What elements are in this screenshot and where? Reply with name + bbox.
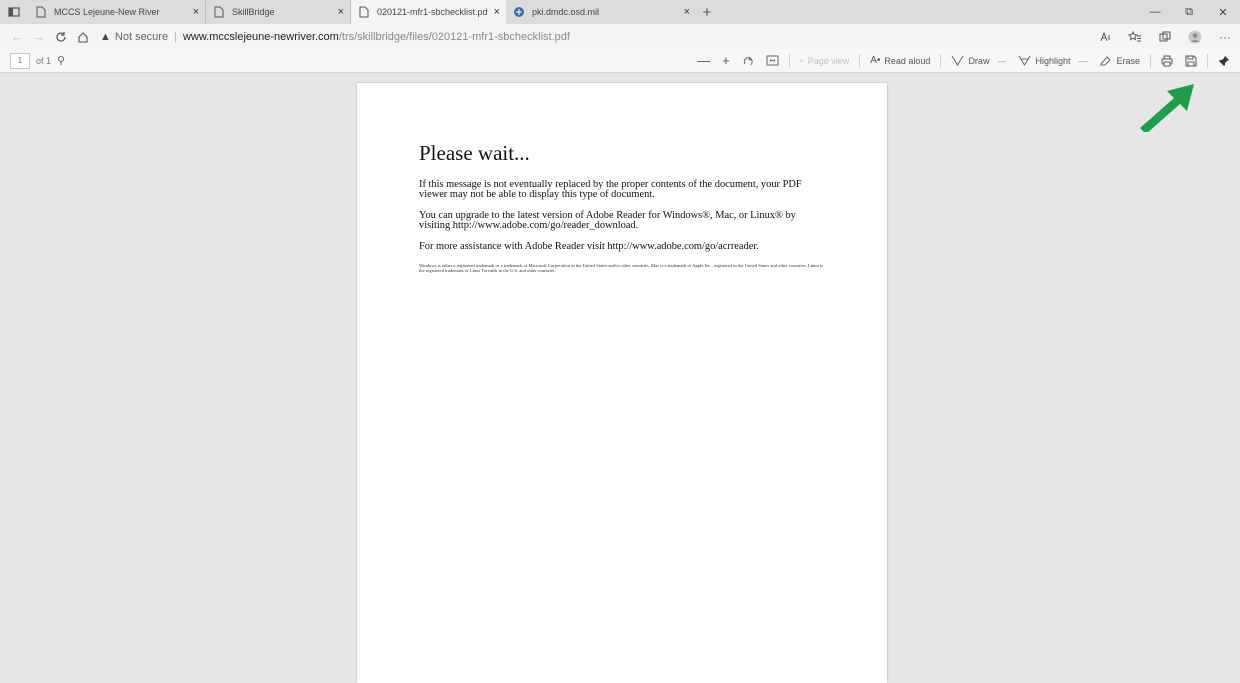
- new-tab-button[interactable]: +: [696, 0, 718, 24]
- tab-title: 020121-mfr1-sbchecklist.pdf: [377, 7, 488, 17]
- draw-label: Draw: [968, 55, 990, 66]
- read-aloud-icon: A•: [870, 55, 881, 66]
- toolbar-divider: [859, 53, 861, 68]
- address-bar-actions: ···: [1090, 24, 1240, 49]
- tab-strip: MCCS Lejeune-New River × SkillBridge × 0…: [0, 0, 1240, 24]
- zoom-in-button[interactable]: +: [716, 49, 736, 72]
- site-icon: [512, 5, 526, 19]
- erase-button[interactable]: Erase: [1093, 49, 1146, 72]
- more-menu-icon[interactable]: ···: [1210, 24, 1240, 49]
- rotate-button[interactable]: [736, 49, 760, 72]
- minimize-icon[interactable]: —: [1138, 0, 1172, 24]
- tab-title: SkillBridge: [232, 7, 275, 17]
- tab-mccs[interactable]: MCCS Lejeune-New River ×: [28, 0, 206, 24]
- refresh-icon[interactable]: [50, 24, 72, 49]
- url-field[interactable]: ▲ Not secure | www.mccslejeune-newriver.…: [100, 31, 570, 43]
- save-icon: [1185, 55, 1197, 66]
- chevron-down-icon[interactable]: —: [997, 56, 1006, 66]
- trademark-notice: Windows is either a registered trademark…: [419, 263, 824, 274]
- page-icon: [212, 5, 226, 19]
- print-button[interactable]: [1155, 49, 1179, 72]
- page-number-input[interactable]: 1: [10, 52, 30, 69]
- back-icon[interactable]: ←: [6, 24, 28, 49]
- document-paragraph: If this message is not eventually replac…: [419, 179, 802, 200]
- toolbar-divider: [1207, 53, 1208, 68]
- zoom-out-button[interactable]: —: [691, 49, 716, 72]
- highlight-label: Highlight: [1035, 55, 1071, 66]
- home-icon[interactable]: [72, 24, 94, 49]
- page-view-button[interactable]: ▫ Page view: [794, 49, 855, 72]
- tab-pki[interactable]: pki.dmdc.osd.mil ×: [506, 0, 696, 24]
- read-aloud-label: Read aloud: [884, 55, 931, 66]
- save-button[interactable]: [1179, 49, 1203, 72]
- pdf-toolbar: 1 of 1 ⚲ — + ▫ Page view A• Read aloud D…: [0, 49, 1240, 73]
- draw-icon: [952, 55, 964, 66]
- plus-icon: +: [722, 53, 730, 68]
- annotation-arrow-icon: [1140, 84, 1194, 132]
- page-icon: [357, 5, 371, 19]
- pin-icon: [1219, 55, 1229, 66]
- forward-icon[interactable]: →: [28, 24, 50, 49]
- url-path: /trs/skillbridge/files/020121-mfr1-sbche…: [338, 30, 570, 43]
- favorites-icon[interactable]: [1120, 24, 1150, 49]
- toolbar-divider: [940, 53, 942, 68]
- address-bar: ← → ▲ Not secure | www.mccslejeune-newri…: [0, 24, 1240, 49]
- toolbar-divider: [788, 53, 790, 68]
- close-icon[interactable]: ×: [684, 6, 690, 18]
- fit-page-button[interactable]: [760, 49, 785, 72]
- toolbar-divider: [1150, 53, 1151, 68]
- document-paragraph: For more assistance with Adobe Reader vi…: [419, 241, 759, 252]
- pin-toolbar-button[interactable]: [1212, 49, 1240, 72]
- document-heading: Please wait...: [419, 141, 530, 165]
- close-icon[interactable]: ×: [338, 6, 344, 18]
- page-count: of 1: [36, 55, 52, 66]
- document-content: Please wait... If this message is not ev…: [419, 141, 824, 284]
- document-paragraph: You can upgrade to the latest version of…: [419, 210, 796, 231]
- read-aloud-icon[interactable]: [1090, 24, 1120, 49]
- minus-icon: —: [697, 53, 711, 68]
- tab-title: MCCS Lejeune-New River: [54, 7, 160, 17]
- tab-pdf[interactable]: 020121-mfr1-sbchecklist.pdf ×: [351, 0, 506, 24]
- eraser-icon: [1100, 56, 1112, 66]
- page-view-icon: ▫: [799, 54, 804, 67]
- window-controls: — ⧉ ✕: [1138, 0, 1240, 24]
- highlight-icon: [1019, 55, 1031, 66]
- maximize-icon[interactable]: ⧉: [1172, 0, 1206, 24]
- close-window-icon[interactable]: ✕: [1206, 0, 1240, 24]
- page-view-label: Page view: [807, 55, 850, 66]
- tab-actions-icon: [8, 7, 20, 17]
- warning-icon[interactable]: ▲: [100, 31, 111, 43]
- search-icon[interactable]: ⚲: [57, 54, 65, 67]
- read-aloud-button[interactable]: A• Read aloud: [864, 49, 936, 72]
- fit-page-icon: [766, 55, 779, 66]
- draw-button[interactable]: Draw —: [945, 49, 1012, 72]
- chevron-down-icon[interactable]: —: [1078, 56, 1087, 66]
- collections-icon[interactable]: [1150, 24, 1180, 49]
- tab-title: pki.dmdc.osd.mil: [532, 7, 600, 17]
- pdf-page: Please wait... If this message is not ev…: [357, 83, 887, 683]
- security-status[interactable]: Not secure: [115, 31, 168, 43]
- pdf-toolbar-tools: — + ▫ Page view A• Read aloud Draw — Hig…: [691, 49, 1240, 72]
- print-icon: [1161, 55, 1173, 66]
- url-divider: |: [174, 30, 177, 43]
- page-icon: [34, 5, 48, 19]
- tab-skillbridge[interactable]: SkillBridge ×: [206, 0, 351, 24]
- erase-label: Erase: [1116, 55, 1140, 66]
- close-icon[interactable]: ×: [193, 6, 199, 18]
- tab-actions-button[interactable]: [0, 0, 28, 24]
- highlight-button[interactable]: Highlight —: [1012, 49, 1093, 72]
- close-icon[interactable]: ×: [494, 6, 500, 18]
- url-host: www.mccslejeune-newriver.com: [182, 30, 339, 43]
- profile-avatar-icon[interactable]: [1180, 24, 1210, 49]
- rotate-icon: [743, 56, 753, 65]
